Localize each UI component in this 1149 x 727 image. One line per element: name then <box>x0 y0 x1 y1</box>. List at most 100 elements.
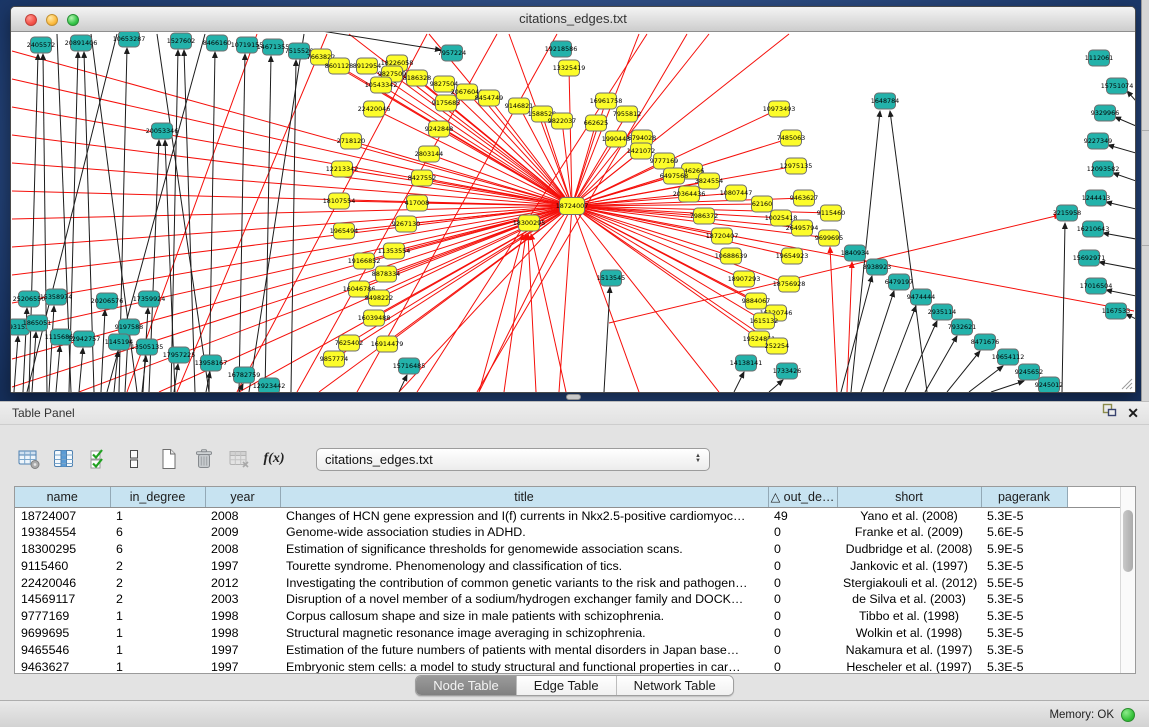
table-cell[interactable]: 9777169 <box>15 608 110 625</box>
graph-node[interactable] <box>27 315 48 331</box>
graph-node[interactable] <box>875 93 896 109</box>
graph-node[interactable] <box>754 313 775 329</box>
table-row[interactable]: 1456911722003Disruption of a novel membe… <box>15 591 1120 608</box>
close-panel-icon[interactable]: ✕ <box>1127 402 1139 424</box>
graph-node[interactable] <box>434 76 455 92</box>
graph-node[interactable] <box>289 43 310 59</box>
scrollbar-thumb[interactable] <box>1123 510 1133 572</box>
graph-node[interactable] <box>1106 303 1127 319</box>
graph-node[interactable] <box>436 95 457 111</box>
table-cell[interactable]: de Silva et al. (2003) <box>837 591 981 608</box>
graph-node[interactable] <box>1083 221 1104 237</box>
graph-node[interactable] <box>679 186 700 202</box>
graph-node[interactable] <box>779 276 800 292</box>
graph-node[interactable] <box>329 58 350 74</box>
table-cell[interactable]: Investigating the contribution of common… <box>280 574 768 591</box>
graph-node[interactable] <box>786 158 807 174</box>
graph-node[interactable] <box>694 208 715 224</box>
table-cell[interactable]: 1 <box>110 608 205 625</box>
graph-node[interactable] <box>334 223 355 239</box>
graph-node[interactable] <box>429 121 450 137</box>
graph-node[interactable] <box>19 291 40 307</box>
graph-node[interactable] <box>782 248 803 264</box>
table-cell[interactable]: Corpus callosum shape and size in male p… <box>280 608 768 625</box>
graph-node[interactable] <box>532 106 553 122</box>
graph-node[interactable] <box>552 113 573 129</box>
graph-node[interactable] <box>867 259 888 275</box>
table-cell[interactable]: 2008 <box>205 507 280 524</box>
graph-node[interactable] <box>399 358 420 374</box>
graph-node[interactable] <box>376 266 397 282</box>
graph-node[interactable] <box>654 153 675 169</box>
table-cell[interactable]: 18300295 <box>15 541 110 558</box>
graph-node[interactable] <box>769 101 790 117</box>
graph-node[interactable] <box>1086 190 1107 206</box>
table-cell[interactable]: 18724007 <box>15 507 110 524</box>
graph-node[interactable] <box>237 37 258 53</box>
column-header-in_degree[interactable]: in_degree <box>110 487 205 507</box>
table-cell[interactable]: Structural magnetic resonance image aver… <box>280 625 768 642</box>
table-cell[interactable]: 1998 <box>205 625 280 642</box>
table-cell[interactable]: 0 <box>768 608 837 625</box>
graph-node[interactable] <box>771 210 792 226</box>
graph-node[interactable] <box>457 84 478 100</box>
graph-node[interactable] <box>1086 278 1107 294</box>
float-panel-icon[interactable] <box>1102 402 1117 424</box>
table-cell[interactable]: Estimation of the future numbers of pati… <box>280 641 768 658</box>
table-cell[interactable]: 0 <box>768 591 837 608</box>
graph-node[interactable] <box>889 274 910 290</box>
table-row[interactable]: 977716911998Corpus callosum shape and si… <box>15 608 1120 625</box>
graph-node[interactable] <box>519 215 540 231</box>
tab-node-table[interactable]: Node Table <box>416 676 516 695</box>
graph-node[interactable] <box>51 329 72 345</box>
graph-node[interactable] <box>74 331 95 347</box>
network-window-titlebar[interactable]: citations_edges.txt <box>11 7 1135 32</box>
graph-node[interactable] <box>479 90 500 106</box>
table-cell[interactable]: 5.9E-5 <box>981 541 1067 558</box>
graph-node[interactable] <box>721 248 742 264</box>
graph-node[interactable] <box>794 190 815 206</box>
graph-node[interactable] <box>31 37 52 53</box>
memory-status-indicator[interactable] <box>1121 708 1135 722</box>
table-scrollbar[interactable] <box>1120 487 1135 673</box>
table-row[interactable]: 1830029562008Estimation of significance … <box>15 541 1120 558</box>
table-cell[interactable]: Yano et al. (2008) <box>837 507 981 524</box>
table-cell[interactable]: 22420046 <box>15 574 110 591</box>
table-cell[interactable]: 2003 <box>205 591 280 608</box>
table-cell[interactable]: Stergiakouli et al. (2012) <box>837 574 981 591</box>
graph-node[interactable] <box>617 106 638 122</box>
table-cell[interactable]: 9115460 <box>15 557 110 574</box>
table-cell[interactable]: 2012 <box>205 574 280 591</box>
column-header-pagerank[interactable]: pagerank <box>981 487 1067 507</box>
graph-node[interactable] <box>332 161 353 177</box>
table-cell[interactable]: 5.3E-5 <box>981 507 1067 524</box>
graph-node[interactable] <box>664 168 685 184</box>
graph-node[interactable] <box>819 230 840 246</box>
graph-node[interactable] <box>119 319 140 335</box>
table-cell[interactable]: 6 <box>110 524 205 541</box>
right-panel-edge[interactable] <box>1141 0 1149 401</box>
graph-node[interactable] <box>559 60 580 76</box>
graph-node[interactable] <box>171 33 192 49</box>
table-cell[interactable]: 0 <box>768 557 837 574</box>
graph-node[interactable] <box>932 304 953 320</box>
table-cell[interactable]: 0 <box>768 625 837 642</box>
table-mode-icon[interactable] <box>16 446 42 472</box>
table-cell[interactable]: Jankovic et al. (1997) <box>837 557 981 574</box>
table-cell[interactable]: 1 <box>110 641 205 658</box>
table-cell[interactable]: 9699695 <box>15 625 110 642</box>
graph-node[interactable] <box>339 335 360 351</box>
table-row[interactable]: 2242004622012Investigating the contribut… <box>15 574 1120 591</box>
graph-node[interactable] <box>845 245 866 261</box>
table-cell[interactable]: Genome-wide association studies in ADHD. <box>280 524 768 541</box>
new-column-icon[interactable] <box>156 446 182 472</box>
table-cell[interactable]: 5.3E-5 <box>981 625 1067 642</box>
graph-node[interactable] <box>201 355 222 371</box>
table-cell[interactable]: 5.5E-5 <box>981 574 1067 591</box>
table-row[interactable]: 1872400712008Changes of HCN gene express… <box>15 507 1120 524</box>
graph-node[interactable] <box>551 41 572 57</box>
graph-node[interactable] <box>777 363 798 379</box>
graph-node[interactable] <box>396 216 417 232</box>
table-cell[interactable]: 19384554 <box>15 524 110 541</box>
graph-node[interactable] <box>752 196 773 212</box>
